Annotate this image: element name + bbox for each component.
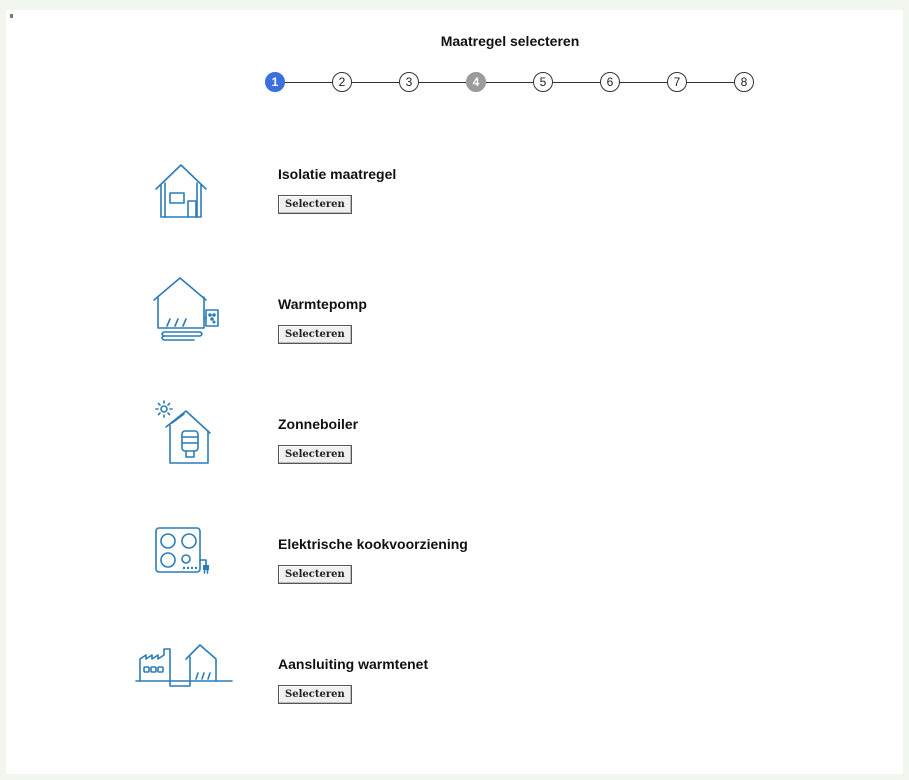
select-button-isolatie[interactable]: Selecteren [278, 195, 352, 214]
measure-item-warmtepomp: Warmtepomp Selecteren [6, 268, 606, 358]
measure-title: Elektrische kookvoorziening [278, 536, 468, 552]
house-insulation-icon [155, 164, 207, 218]
solar-boiler-icon [155, 400, 211, 464]
corner-mark [10, 14, 13, 18]
select-button-warmtenet[interactable]: Selecteren [278, 685, 352, 704]
page-title: Maatregel selecteren [440, 33, 580, 49]
step-1[interactable]: 1 [265, 72, 285, 92]
step-4[interactable]: 4 [466, 72, 486, 92]
measure-title: Zonneboiler [278, 416, 359, 432]
select-button-zonneboiler[interactable]: Selecteren [278, 445, 352, 464]
step-8[interactable]: 8 [734, 72, 754, 92]
step-3[interactable]: 3 [399, 72, 419, 92]
step-5[interactable]: 5 [533, 72, 553, 92]
district-heating-icon [135, 644, 233, 687]
measure-item-kookvoorziening: Elektrische kookvoorziening Selecteren [6, 508, 606, 598]
step-6[interactable]: 6 [600, 72, 620, 92]
measure-title: Isolatie maatregel [278, 166, 397, 182]
step-7[interactable]: 7 [667, 72, 687, 92]
progress-stepper: 1 2 3 4 5 6 7 8 [265, 71, 755, 95]
measure-title: Aansluiting warmtenet [278, 656, 429, 672]
page: Maatregel selecteren 1 2 3 4 5 6 7 8 Iso… [6, 10, 903, 774]
select-button-kookvoorziening[interactable]: Selecteren [278, 565, 352, 584]
measure-title: Warmtepomp [278, 296, 367, 312]
electric-cooktop-icon [155, 527, 209, 574]
measure-item-warmtenet: Aansluiting warmtenet Selecteren [6, 628, 606, 718]
measure-item-zonneboiler: Zonneboiler Selecteren [6, 388, 606, 478]
heat-pump-icon [153, 277, 219, 341]
select-button-warmtepomp[interactable]: Selecteren [278, 325, 352, 344]
measure-item-isolatie: Isolatie maatregel Selecteren [6, 148, 606, 238]
step-2[interactable]: 2 [332, 72, 352, 92]
